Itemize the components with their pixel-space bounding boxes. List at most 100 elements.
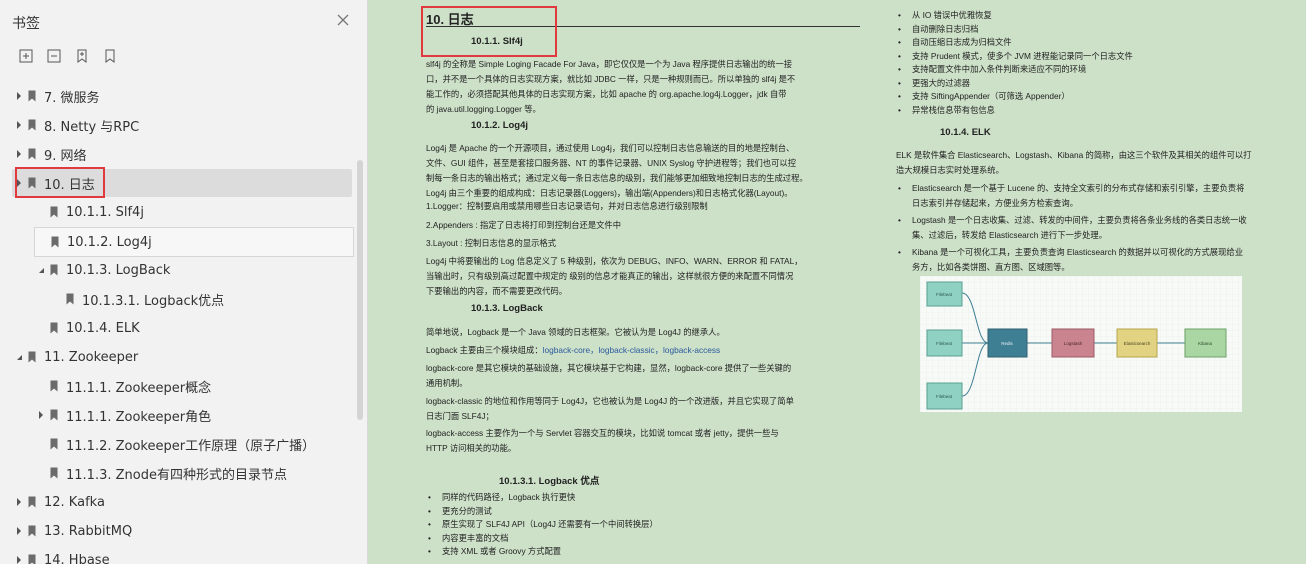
list-item: 支持 XML 或者 Groovy 方式配置 [426,545,866,559]
bookmark-icon [28,554,36,564]
spacer [36,323,46,333]
advantages-list-continued: 从 IO 错误中优雅恢复 自动删除日志归档 自动压缩日志成为归档文件 支持 Pr… [896,9,1276,117]
advantages-list: 同样的代码路径，Logback 执行更快 更充分的测试 原生实现了 SLF4J … [426,491,866,559]
bookmark-item[interactable]: 11.1.2. Zookeeper工作原理（原子广播） [36,430,340,458]
expand-all-icon[interactable] [18,48,34,64]
list-item: 支持配置文件中加入条件判断来适应不同的环境 [896,63,1276,77]
bookmark-label: 7. 微服务 [44,90,100,106]
heading-logback-advantages: 10.1.3.1. Logback 优点 [499,476,600,487]
chevron-right-icon[interactable] [14,120,24,130]
bookmark-item[interactable]: 11.1.1. Zookeeper概念 [36,372,340,400]
list-item: 异常栈信息带有包信息 [896,104,1276,118]
bookmark-item[interactable]: 11.1.1. Zookeeper角色 [36,401,340,429]
highlight-box [421,6,557,57]
bookmark-item[interactable]: 12. Kafka [14,488,340,516]
chevron-right-icon[interactable] [14,497,24,507]
bookmark-icon [28,351,36,363]
kibana-label: Kibana [1198,341,1213,346]
bookmark-item[interactable]: 13. RabbitMQ [14,517,340,545]
bookmark-toolbar [18,48,118,64]
collapse-all-icon[interactable] [46,48,62,64]
list-item: 自动删除日志归档 [896,23,1276,37]
bookmark-item[interactable]: 10.1.2. Log4j [34,227,354,257]
module-links: logback-core，logback-classic，logback-acc… [542,345,721,355]
list-item: 同样的代码路径，Logback 执行更快 [426,491,866,505]
paragraph-logback-1: 简单地说，Logback 是一个 Java 领域的日志框架。它被认为是 Log4… [426,327,725,337]
paragraph-elk: ELK 是软件集合 Elasticsearch、Logstash、Kibana … [896,150,1252,175]
bookmark-icon [50,322,58,334]
bookmark-label: 11.1.1. Zookeeper角色 [66,409,212,425]
paragraph-log4j: Log4j 是 Apache 的一个开源项目，通过使用 Log4j，我们可以控制… [426,143,808,198]
heading-logback: 10.1.3. LogBack [471,303,543,314]
bookmark-icon [28,496,36,508]
filebeat-label: Filebeat [936,292,953,297]
paragraph-logback-2: Logback 主要由三个模块组成：logback-core，logback-c… [426,345,721,355]
scrollbar[interactable] [357,160,363,420]
chevron-right-icon[interactable] [14,149,24,159]
spacer [36,381,46,391]
bookmark-item[interactable]: 10.1.3.1. Logback优点 [52,285,340,313]
bookmark-icon [66,293,74,305]
paragraph-logback-4: logback-classic 的地位和作用等同于 Log4J，它也被认为是 L… [426,396,794,421]
bookmark-icon [50,438,58,450]
bookmark-icon [50,409,58,421]
bookmark-item[interactable]: 7. 微服务 [14,82,340,110]
filebeat-label: Filebeat [936,394,953,399]
panel-title: 书签 [12,16,40,32]
bookmark-icon [28,148,36,160]
bookmark-icon [51,236,59,248]
heading-log4j: 10.1.2. Log4j [471,120,529,131]
bookmark-item[interactable]: 10.1.4. ELK [36,314,340,342]
logstash-label: Logstash [1064,341,1083,346]
elk-list: Elasticsearch 是一个基于 Lucene 的、支持全文索引的分布式存… [896,181,1286,275]
list-item: 从 IO 错误中优雅恢复 [896,9,1276,23]
bookmark-icon [50,467,58,479]
bookmark-icon[interactable] [102,48,118,64]
list-item: Kibana 是一个可视化工具，主要负责查询 Elasticsearch 的数据… [896,245,1286,275]
spacer [37,237,47,247]
bookmark-item[interactable]: 11.1.3. Znode有四种形式的目录节点 [36,459,340,487]
filebeat-label: Filebeat [936,341,953,346]
chevron-down-icon[interactable] [36,265,46,275]
spacer [36,468,46,478]
elk-architecture-diagram: Filebeat Filebeat Filebeat Redis Logstas… [920,276,1242,412]
list-item: 支持 SiftingAppender（可筛选 Appender） [896,90,1276,104]
list-item: 更充分的测试 [426,505,866,519]
heading-elk: 10.1.4. ELK [940,127,991,138]
redis-label: Redis [1001,341,1013,346]
bookmark-label: 14. Hbase [44,552,110,564]
list-item: 更强大的过滤器 [896,77,1276,91]
heading-slf4j: 10.1.1. Slf4j [471,36,523,47]
bookmark-label: 11.1.3. Znode有四种形式的目录节点 [66,467,287,483]
chevron-right-icon[interactable] [14,526,24,536]
bookmark-item[interactable]: 14. Hbase [14,546,340,564]
chevron-right-icon[interactable] [36,410,46,420]
bookmark-icon [28,119,36,131]
bookmark-label: 9. 网络 [44,148,87,164]
list-item: 支持 Prudent 模式，使多个 JVM 进程能记录同一个日志文件 [896,50,1276,64]
paragraph-logback-5: logback-access 主要作为一个与 Servlet 容器交互的模块，比… [426,428,779,453]
chevron-right-icon[interactable] [14,91,24,101]
bookmark-item[interactable]: 11. Zookeeper [14,343,340,371]
bookmark-icon [50,206,58,218]
bookmark-item[interactable]: 10.1.3. LogBack [36,256,340,284]
bookmark-label: 13. RabbitMQ [44,523,133,539]
bookmark-item[interactable]: 8. Netty 与RPC [14,111,340,139]
elasticsearch-label: Elasticsearch [1124,341,1151,346]
paragraph-levels: Log4j 中将要输出的 Log 信息定义了 5 种级别，依次为 DEBUG、I… [426,256,803,296]
bookmark-label: 11.1.2. Zookeeper工作原理（原子广播） [66,438,316,454]
bookmark-item[interactable]: 10.1.1. Slf4j [36,198,340,226]
chevron-right-icon[interactable] [14,555,24,564]
bookmarks-panel: 书签 7. 微服务 8. Netty 与RPC 9. 网络 10. 日志 10.1.1.… [0,0,368,564]
bookmark-icon [28,90,36,102]
add-bookmark-icon[interactable] [74,48,90,64]
bookmark-label: 11. Zookeeper [44,349,139,365]
chevron-down-icon[interactable] [14,352,24,362]
log4j-item-1: 1.Logger：控制要启用或禁用哪些日志记录语句，并对日志信息进行级别限制 [426,201,708,211]
close-icon[interactable] [335,12,351,28]
bookmark-icon [28,525,36,537]
list-item: Elasticsearch 是一个基于 Lucene 的、支持全文索引的分布式存… [896,181,1286,211]
bookmark-icon [50,380,58,392]
bookmark-label: 10.1.3. LogBack [66,262,171,278]
bookmark-item[interactable]: 9. 网络 [14,140,340,168]
